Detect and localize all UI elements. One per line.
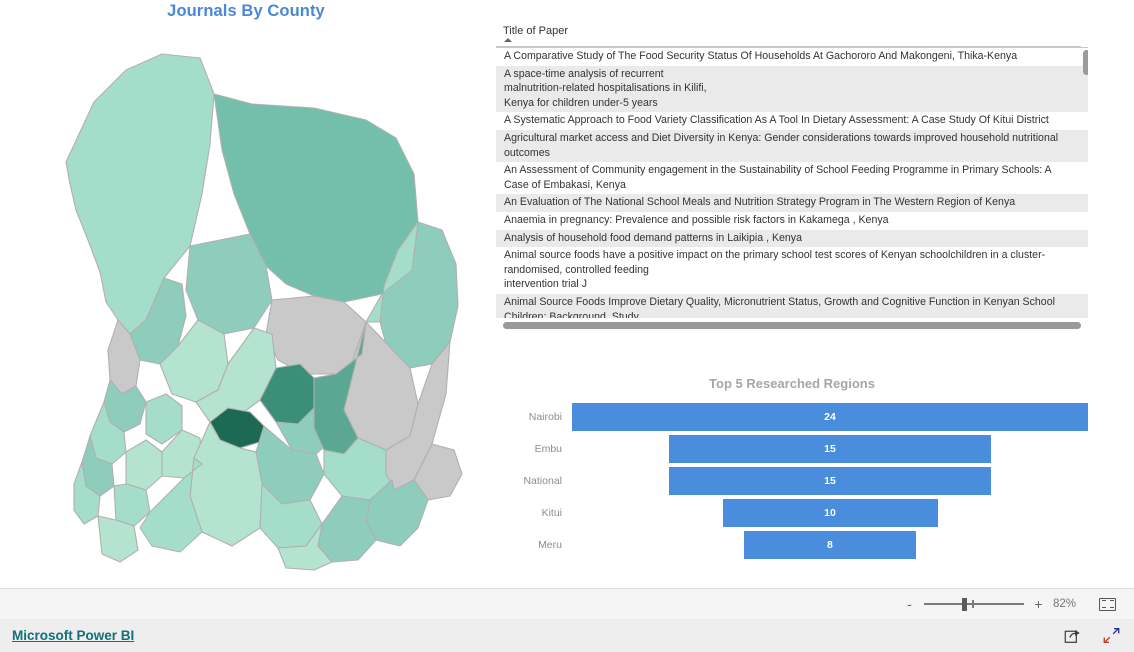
table-row[interactable]: A Comparative Study of The Food Security…: [496, 48, 1088, 66]
zoom-controls: - + 82%: [904, 589, 1116, 619]
bar[interactable]: 24: [572, 403, 1088, 431]
bar-track: 15: [572, 435, 1088, 463]
bar-value-label: 10: [824, 507, 836, 519]
bar-track: 24: [572, 403, 1088, 431]
bar[interactable]: 15: [668, 467, 992, 495]
zoom-slider[interactable]: [924, 598, 1024, 611]
bar[interactable]: 10: [722, 499, 938, 527]
bar-track: 15: [572, 467, 1088, 495]
bar-track: 8: [572, 531, 1088, 559]
bar[interactable]: 15: [668, 435, 992, 463]
slider-tick: [972, 600, 974, 608]
share-icon[interactable]: [1064, 627, 1081, 644]
chart-row[interactable]: Nairobi 24: [496, 401, 1088, 433]
chart-title: Top 5 Researched Regions: [709, 376, 875, 391]
table-row[interactable]: A Systematic Approach to Food Variety Cl…: [496, 112, 1088, 130]
chart-row[interactable]: Meru 8: [496, 529, 1088, 561]
bar-value-label: 24: [824, 411, 836, 423]
zoom-out-button[interactable]: -: [904, 597, 915, 611]
chart-plot-area[interactable]: Nairobi 24 Embu 15 National 15 Kitui 10 …: [496, 401, 1088, 561]
table-row[interactable]: Agricultural market access and Diet Dive…: [496, 129, 1088, 163]
map-title: Journals By County: [167, 2, 325, 20]
scrollbar-thumb[interactable]: [503, 322, 1081, 329]
footer-icons: [1064, 627, 1120, 644]
table-body[interactable]: A Comparative Study of The Food Security…: [496, 48, 1088, 318]
fit-to-screen-icon[interactable]: [1099, 597, 1116, 611]
microsoft-power-bi-link[interactable]: Microsoft Power BI: [12, 628, 134, 643]
bar-track: 10: [572, 499, 1088, 527]
scrollbar-thumb[interactable]: [1083, 50, 1088, 75]
category-label: Nairobi: [528, 411, 562, 423]
map-region[interactable]: [317, 495, 377, 563]
category-label: National: [523, 475, 562, 487]
table-row[interactable]: An Evaluation of The National School Mea…: [496, 194, 1088, 212]
bar[interactable]: 8: [743, 531, 916, 559]
fullscreen-icon[interactable]: [1103, 627, 1120, 644]
column-header-title-of-paper[interactable]: Title of Paper: [503, 25, 568, 37]
zoom-in-button[interactable]: +: [1033, 597, 1044, 611]
kenya-choropleth-map[interactable]: [14, 34, 474, 574]
footer-bar: Microsoft Power BI: [0, 619, 1134, 652]
category-label: Embu: [534, 443, 562, 455]
bar-value-label: 8: [827, 539, 833, 551]
table-header-divider: [496, 46, 1081, 47]
category-label: Meru: [538, 539, 562, 551]
map-visual[interactable]: Journals By County: [0, 0, 492, 580]
zoom-toolbar: - + 82%: [0, 588, 1134, 620]
map-region[interactable]: [125, 439, 163, 491]
bar-value-label: 15: [824, 475, 836, 487]
papers-table-visual[interactable]: Title of Paper A Comparative Study of Th…: [496, 22, 1088, 334]
table-row[interactable]: Animal source foods have a positive impa…: [496, 247, 1088, 294]
slider-knob[interactable]: [962, 598, 967, 611]
sort-ascending-icon[interactable]: [504, 38, 512, 42]
table-row[interactable]: A space-time analysis of recurrent malnu…: [496, 65, 1088, 113]
bar-value-label: 15: [824, 443, 836, 455]
table-header[interactable]: Title of Paper: [496, 22, 1088, 48]
slider-track: [924, 603, 1024, 605]
table-row[interactable]: An Assessment of Community engagement in…: [496, 162, 1088, 194]
category-label: Kitui: [541, 507, 562, 519]
table-row[interactable]: Analysis of household food demand patter…: [496, 229, 1088, 248]
chart-row[interactable]: National 15: [496, 465, 1088, 497]
table-row[interactable]: Anaemia in pregnancy: Prevalence and pos…: [496, 212, 1088, 230]
table-horizontal-scrollbar[interactable]: [503, 322, 1081, 329]
report-canvas: Journals By County Title of Paper A Comp…: [0, 0, 1134, 588]
top-regions-chart[interactable]: Top 5 Researched Regions Nairobi 24 Embu…: [496, 368, 1088, 568]
table-vertical-scrollbar[interactable]: [1083, 50, 1088, 318]
zoom-percent-label: 82%: [1053, 598, 1077, 610]
chart-row[interactable]: Embu 15: [496, 433, 1088, 465]
table-row[interactable]: Animal Source Foods Improve Dietary Qual…: [496, 293, 1088, 318]
chart-row[interactable]: Kitui 10: [496, 497, 1088, 529]
